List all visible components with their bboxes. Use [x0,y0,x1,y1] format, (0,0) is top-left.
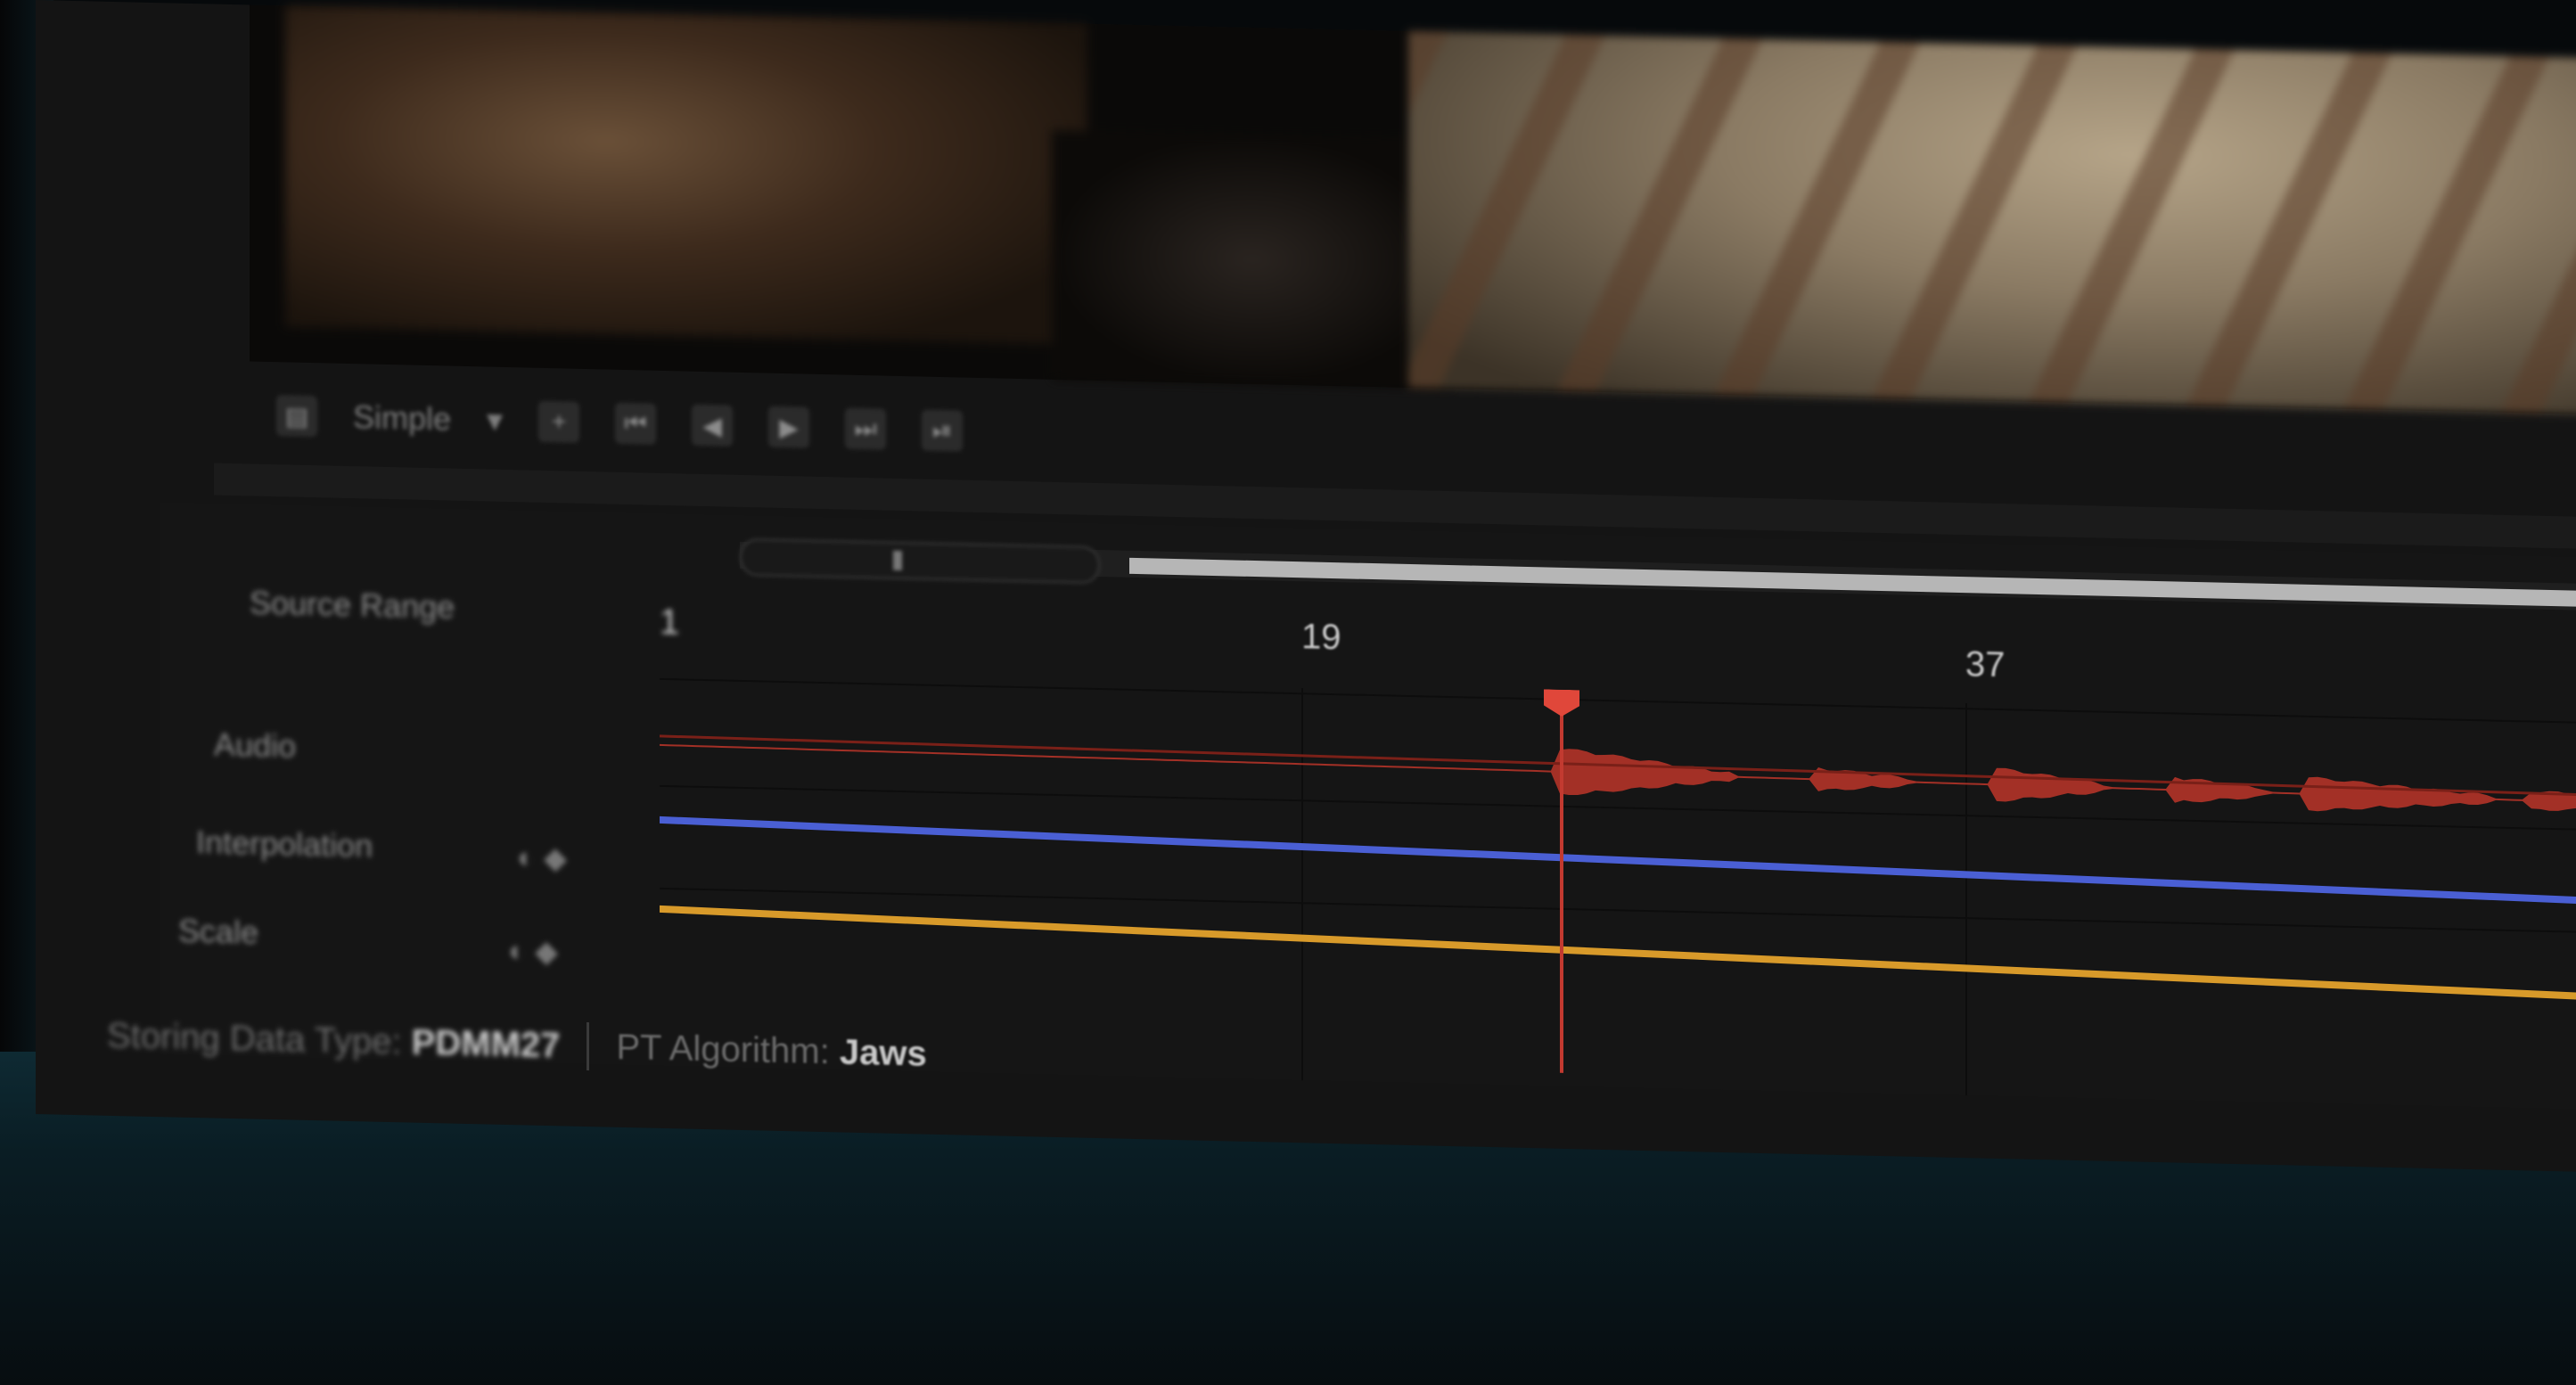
preview-frame-left [285,5,1087,345]
source-range-fill [1129,557,2576,612]
track-label-interpolation: Interpolation [196,824,373,865]
app-stage: ▤ Simple ▾ + ⏮ ◀ ▶ ⏭ ⏯ Source Range Audi… [0,0,2576,1385]
pt-algorithm: PT Algorithm: Jaws [616,1027,927,1074]
playhead-handle-icon[interactable] [1544,689,1579,717]
track-label-source-range: Source Range [250,584,455,626]
preview-frame-right [1408,30,2576,415]
scale-curve [660,905,2576,1006]
track-labels: Source Range Audio Interpolation ◐ ◆ Sca… [160,502,660,1066]
ruler-label: 19 [1301,617,1341,658]
status-divider [587,1022,590,1071]
chevron-down-icon[interactable]: ▾ [487,401,503,438]
mode-dropdown[interactable]: Simple [353,398,451,438]
storing-data-type: Storing Data Type: PDMM27 [107,1015,561,1065]
mode-icon[interactable]: ▤ [276,395,317,438]
ruler-label: 37 [1965,644,2006,685]
video-preview [250,4,2576,415]
playhead[interactable] [1560,699,1563,1073]
range-handle[interactable] [740,537,1100,585]
go-to-start-icon[interactable]: ⏮ [615,402,657,445]
ruler-label: 1 [660,602,680,643]
add-keyframe-icon[interactable]: + [538,400,580,443]
play-icon[interactable]: ▶ [768,406,810,448]
frame-ruler: 1 19 37 [660,602,2576,702]
row-divider [660,887,2576,937]
editor-window: ▤ Simple ▾ + ⏮ ◀ ▶ ⏭ ⏯ Source Range Audi… [36,0,2576,1173]
track-label-audio: Audio [214,725,297,765]
track-visibility-icons[interactable]: ◐ ◆ [508,933,558,970]
drag-handle-icon[interactable] [893,550,902,571]
track-visibility-icons[interactable]: ◐ ◆ [517,840,567,876]
preview-frame-middle [1052,129,1453,389]
track-label-scale: Scale [178,912,259,951]
step-forward-icon[interactable]: ⏭ [845,407,887,450]
source-range-slider[interactable] [740,537,2576,616]
audio-waveform [660,734,2576,812]
step-back-icon[interactable]: ◀ [692,404,734,447]
go-to-end-icon[interactable]: ⏯ [922,409,964,452]
